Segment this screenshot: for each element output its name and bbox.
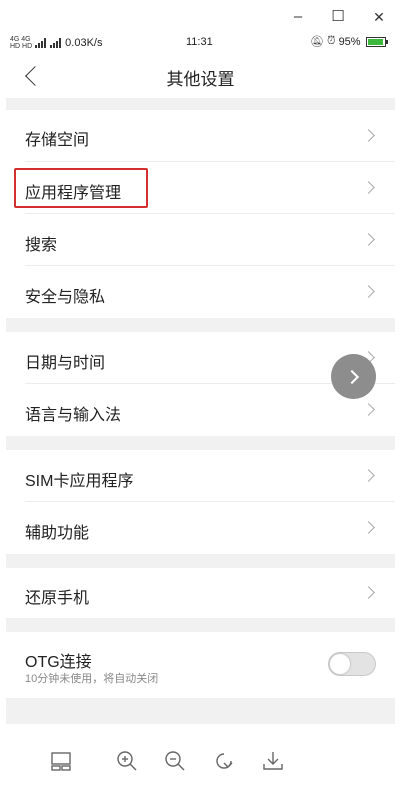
signal-icon-2 (50, 38, 62, 48)
battery-icon (365, 36, 388, 47)
battery-percent: 95% (338, 35, 361, 48)
settings-item-label: 存储空间 (25, 132, 90, 149)
toggle-knob (330, 654, 350, 674)
status-bar: 4G 4G HD HD 0.03K/s 11:31 🔕︎ ⏰︎ 95% (0, 32, 401, 54)
settings-item-sublabel: 10分钟未使用，将自动关闭 (25, 673, 159, 685)
network-speed: 0.03K/s (65, 37, 103, 49)
settings-item-label: OTG连接 (25, 654, 92, 671)
maximize-button[interactable]: ☐ (326, 6, 350, 28)
chevron-right-icon (362, 586, 375, 599)
screen-mirror-button[interactable] (46, 746, 76, 776)
section-gap (6, 436, 395, 450)
chevron-right-icon (362, 181, 375, 194)
settings-item-label: 还原手机 (25, 590, 90, 607)
settings-item-search[interactable]: 搜索 (6, 214, 395, 266)
settings-item-label: 日期与时间 (25, 355, 106, 372)
network-status: 4G 4G HD HD 0.03K/s (10, 36, 102, 50)
window-titlebar: – ☐ ✕ (0, 0, 401, 32)
zoom-out-icon (165, 751, 185, 771)
settings-item-label: SIM卡应用程序 (25, 473, 134, 490)
chevron-right-icon (362, 403, 375, 416)
chevron-right-icon (362, 521, 375, 534)
download-button[interactable] (258, 746, 288, 776)
alarm-icon: ⏰︎ (326, 35, 336, 47)
zoom-in-icon (117, 751, 137, 771)
status-right: 🔕︎ ⏰︎ 95% (310, 35, 388, 48)
otg-toggle[interactable] (328, 652, 376, 676)
section-gap (6, 318, 395, 332)
section-gap (6, 554, 395, 568)
settings-item-label: 语言与输入法 (25, 407, 122, 424)
chevron-right-icon (362, 285, 375, 298)
signal-icon (35, 38, 47, 48)
minimize-button[interactable]: – (286, 6, 310, 28)
close-button[interactable]: ✕ (367, 6, 391, 28)
floating-assist-button[interactable] (331, 354, 376, 399)
chevron-right-icon (344, 369, 359, 384)
section-gap (6, 618, 395, 632)
section-gap (6, 698, 395, 724)
download-icon (263, 752, 283, 770)
settings-item-security[interactable]: 安全与隐私 (6, 266, 395, 318)
zoom-in-button[interactable] (112, 746, 142, 776)
screen-icon (51, 752, 71, 771)
settings-item-accessibility[interactable]: 辅助功能 (6, 502, 395, 554)
app-header: 其他设置 (0, 54, 401, 98)
chevron-right-icon (362, 129, 375, 142)
chevron-right-icon (362, 469, 375, 482)
zoom-out-button[interactable] (160, 746, 190, 776)
page-title: 其他设置 (166, 70, 235, 89)
settings-item-sim-apps[interactable]: SIM卡应用程序 (6, 450, 395, 502)
rotate-button[interactable] (209, 746, 239, 776)
section-gap (6, 98, 395, 110)
chevron-right-icon (362, 233, 375, 246)
bottom-toolbar (0, 724, 401, 800)
settings-item-reset[interactable]: 还原手机 (6, 568, 395, 618)
rotate-icon (216, 753, 233, 769)
network-type-icon: 4G 4G HD HD (10, 36, 33, 50)
settings-item-label: 应用程序管理 (25, 185, 122, 202)
settings-item-label: 搜索 (25, 237, 58, 254)
status-time: 11:31 (186, 36, 213, 48)
settings-item-label: 辅助功能 (25, 525, 90, 542)
mute-icon: 🔕︎ (310, 36, 324, 48)
settings-item-storage[interactable]: 存储空间 (6, 110, 395, 162)
settings-item-label: 安全与隐私 (25, 289, 106, 306)
settings-item-app-management[interactable]: 应用程序管理 (6, 162, 395, 214)
